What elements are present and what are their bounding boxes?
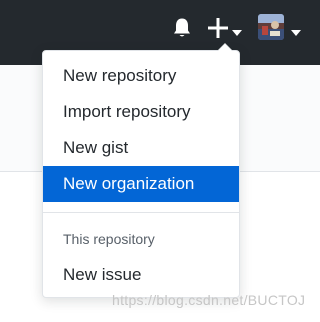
dropdown-divider: [43, 212, 239, 213]
create-new-button[interactable]: [207, 16, 243, 40]
plus-icon: [207, 16, 229, 40]
chevron-down-icon: [232, 24, 242, 36]
avatar: [258, 14, 284, 40]
menu-item-new-issue[interactable]: New issue: [43, 257, 239, 293]
dropdown-caret: [217, 43, 233, 51]
menu-item-new-organization[interactable]: New organization: [43, 166, 239, 202]
create-new-dropdown: New repository Import repository New gis…: [42, 43, 240, 298]
watermark-text: https://blog.csdn.net/BUCTOJ: [112, 292, 306, 308]
bell-icon[interactable]: [172, 17, 192, 39]
menu-item-new-repository[interactable]: New repository: [43, 58, 239, 94]
dropdown-section-header: This repository: [63, 231, 155, 247]
menu-item-new-gist[interactable]: New gist: [43, 130, 239, 166]
menu-item-import-repository[interactable]: Import repository: [43, 94, 239, 130]
chevron-down-icon: [291, 24, 301, 36]
user-menu-button[interactable]: [258, 14, 304, 42]
